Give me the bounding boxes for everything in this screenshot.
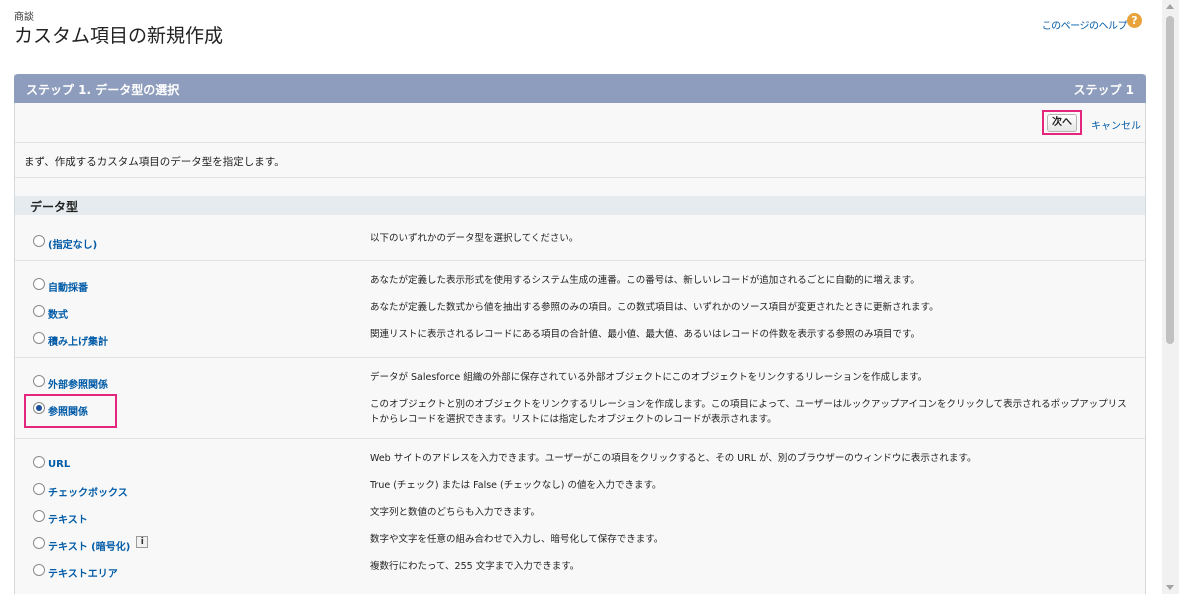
option-description: Web サイトのアドレスを入力できます。ユーザーがこの項目をクリックすると、その… xyxy=(370,453,977,464)
radio-button[interactable] xyxy=(33,332,45,344)
page-title: カスタム項目の新規作成 xyxy=(14,25,224,47)
option-description: あなたが定義した表示形式を使用するシステム生成の連番。この番号は、新しいレコード… xyxy=(370,275,920,286)
radio-button[interactable] xyxy=(33,305,45,317)
option-formula[interactable]: 数式 xyxy=(33,303,68,321)
option-label: (指定なし) xyxy=(48,239,98,251)
button-row xyxy=(15,103,1145,143)
radio-button[interactable] xyxy=(33,375,45,387)
option-rollup-summary[interactable]: 積み上げ集計 xyxy=(33,330,108,348)
option-checkbox[interactable]: チェックボックス xyxy=(33,481,128,499)
option-textarea[interactable]: テキストエリア xyxy=(33,562,118,580)
option-label: テキスト (暗号化) xyxy=(48,541,131,553)
option-label: テキストエリア xyxy=(48,568,118,580)
group-divider xyxy=(15,438,1145,439)
option-lookup[interactable]: 参照関係 xyxy=(33,400,88,418)
radio-button[interactable] xyxy=(33,537,45,549)
section-header: データ型 xyxy=(15,196,1145,215)
vertical-scrollbar[interactable] xyxy=(1162,0,1179,594)
info-icon[interactable]: i xyxy=(136,536,149,548)
radio-button[interactable] xyxy=(33,510,45,522)
option-description: True (チェック) または False (チェックなし) の値を入力できます… xyxy=(370,480,662,491)
scrollbar-thumb[interactable] xyxy=(1166,16,1174,344)
option-label: 参照関係 xyxy=(48,406,88,418)
option-description: あなたが定義した数式から値を抽出する参照のみの項目。この数式項目は、いずれかのソ… xyxy=(370,302,939,313)
radio-button-selected[interactable] xyxy=(33,402,45,414)
question-icon[interactable]: ? xyxy=(1127,13,1142,28)
step-indicator: ステップ 1 xyxy=(1073,83,1134,97)
option-label: 外部参照関係 xyxy=(48,379,108,391)
option-label: テキスト xyxy=(48,514,88,526)
next-button[interactable]: 次へ xyxy=(1047,114,1077,132)
option-label: 積み上げ集計 xyxy=(48,336,108,348)
option-description: 以下のいずれかのデータ型を選択してください。 xyxy=(370,233,579,244)
radio-button[interactable] xyxy=(33,564,45,576)
radio-button[interactable] xyxy=(33,483,45,495)
option-text[interactable]: テキスト xyxy=(33,508,88,526)
option-description: このオブジェクトと別のオブジェクトをリンクするリレーションを作成します。この項目… xyxy=(370,399,1127,425)
option-external-lookup[interactable]: 外部参照関係 xyxy=(33,373,108,391)
intro-row: まず、作成するカスタム項目のデータ型を指定します。 xyxy=(15,143,1145,178)
option-description: 数字や文字を任意の組み合わせで入力し、暗号化して保存できます。 xyxy=(370,534,664,545)
option-description: 文字列と数値のどちらも入力できます。 xyxy=(370,507,541,518)
help-link[interactable]: このページのヘルプ xyxy=(1042,17,1128,32)
option-encrypted-text[interactable]: テキスト (暗号化) i xyxy=(33,535,149,553)
group-divider xyxy=(15,260,1145,261)
intro-text: まず、作成するカスタム項目のデータ型を指定します。 xyxy=(24,156,285,168)
page-header: 商談 カスタム項目の新規作成 xyxy=(14,12,223,49)
option-unspecified[interactable]: (指定なし) xyxy=(33,233,98,251)
option-description: データが Salesforce 組織の外部に保存されている外部オブジェクトにこの… xyxy=(370,372,928,383)
option-label: 自動採番 xyxy=(48,282,88,294)
option-label: チェックボックス xyxy=(48,487,128,499)
option-label: 数式 xyxy=(48,309,68,321)
step-title: ステップ 1. データ型の選択 xyxy=(26,83,180,97)
section-title: データ型 xyxy=(30,200,79,214)
scroll-down-arrow-icon[interactable] xyxy=(1166,585,1174,590)
option-auto-number[interactable]: 自動採番 xyxy=(33,276,88,294)
option-label: URL xyxy=(48,458,71,470)
cancel-link[interactable]: キャンセル xyxy=(1091,117,1141,132)
option-url[interactable]: URL xyxy=(33,454,70,470)
option-description: 関連リストに表示されるレコードにある項目の合計値、最小値、最大値、あるいはレコー… xyxy=(370,329,921,340)
option-description: 複数行にわたって、255 文字まで入力できます。 xyxy=(370,561,580,572)
radio-button[interactable] xyxy=(33,235,45,247)
step-header: ステップ 1. データ型の選択 ステップ 1 xyxy=(14,74,1146,103)
scroll-up-arrow-icon[interactable] xyxy=(1166,4,1174,9)
radio-button[interactable] xyxy=(33,456,45,468)
group-divider xyxy=(15,357,1145,358)
radio-button[interactable] xyxy=(33,278,45,290)
